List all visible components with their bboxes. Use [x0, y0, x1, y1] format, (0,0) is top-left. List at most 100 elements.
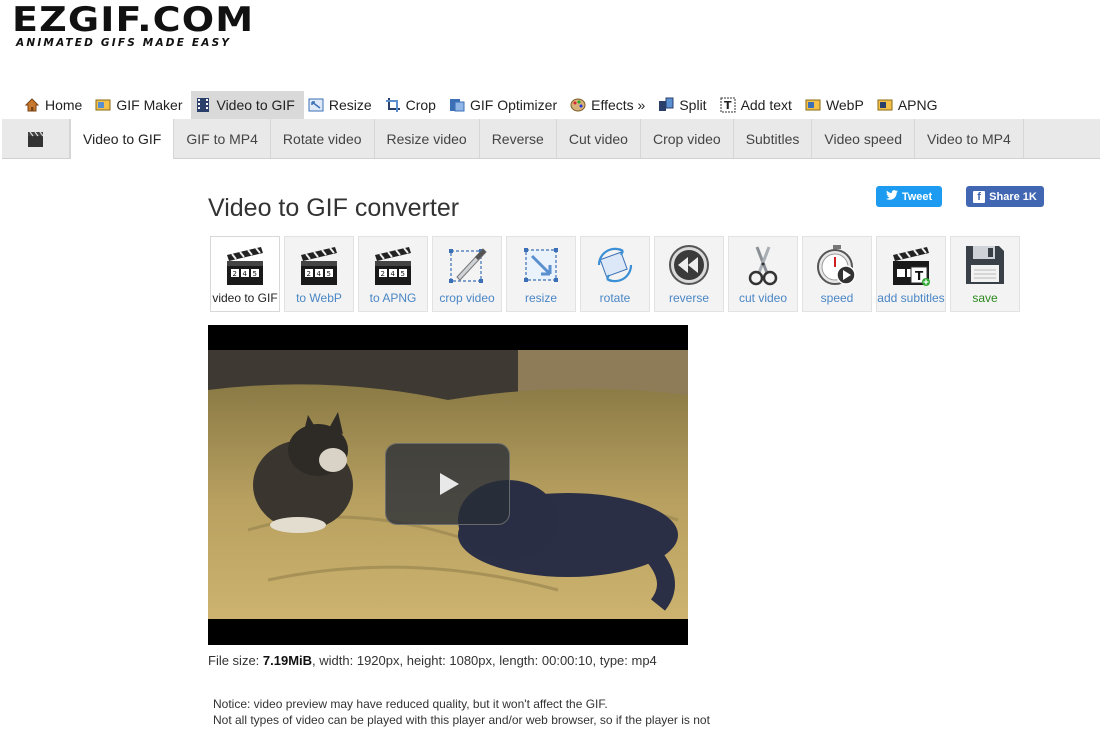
nav-gif-maker[interactable]: GIF Maker — [91, 91, 191, 119]
subtab-rotate-video[interactable]: Rotate video — [271, 119, 375, 158]
logo-text: EZGIF.COM — [12, 0, 255, 40]
subtab-subtitles[interactable]: Subtitles — [734, 119, 813, 158]
tool-add-subtitles[interactable]: T add subtitles — [876, 236, 946, 312]
resize-icon — [308, 97, 324, 113]
subtab-resize-video[interactable]: Resize video — [375, 119, 480, 158]
notice-line-2: Not all types of video can be played wit… — [213, 713, 710, 727]
svg-text:2: 2 — [381, 270, 385, 278]
file-size-value: 7.19MiB — [262, 653, 313, 668]
reverse-icon — [669, 245, 709, 285]
play-icon — [439, 473, 459, 495]
tool-speed-label: speed — [820, 291, 854, 305]
nav-resize[interactable]: Resize — [304, 91, 381, 119]
svg-text:2: 2 — [233, 270, 237, 278]
twitter-bird-icon — [885, 190, 898, 203]
palette-icon — [570, 97, 586, 113]
tool-bar: 245 video to GIF 245 to WebP 245 to APNG… — [210, 236, 1020, 312]
tool-save-label: save — [972, 291, 998, 305]
crop-knife-icon — [449, 248, 487, 283]
nav-gif-optimizer-label: GIF Optimizer — [469, 97, 558, 113]
nav-crop-label: Crop — [405, 97, 436, 113]
tool-speed[interactable]: speed — [802, 236, 872, 312]
subtab-video-to-mp4[interactable]: Video to MP4 — [915, 119, 1024, 158]
text-icon: T — [720, 97, 736, 113]
tool-crop-video-label: crop video — [439, 291, 495, 305]
tool-video-to-gif[interactable]: 245 video to GIF — [210, 236, 280, 312]
tool-add-subtitles-label: add subtitles — [877, 291, 945, 305]
facebook-icon: f — [973, 190, 986, 203]
nav-add-text-label: Add text — [740, 97, 792, 113]
facebook-share-button[interactable]: f Share 1K — [966, 186, 1044, 207]
svg-text:4: 4 — [317, 270, 322, 278]
subtab-reverse[interactable]: Reverse — [480, 119, 557, 158]
clapperboard-icon: 245 — [375, 247, 411, 285]
tweet-label: Tweet — [901, 190, 933, 203]
tool-crop-video[interactable]: crop video — [432, 236, 502, 312]
file-info: File size: 7.19MiB, width: 1920px, heigh… — [208, 653, 657, 668]
play-button[interactable] — [385, 443, 510, 525]
tool-to-webp-label: to WebP — [296, 291, 342, 305]
video-player[interactable] — [208, 325, 688, 645]
gif-maker-icon — [95, 97, 111, 113]
nav-gif-optimizer[interactable]: GIF Optimizer — [445, 91, 566, 119]
subtab-video-speed[interactable]: Video speed — [812, 119, 915, 158]
film-icon — [195, 97, 211, 113]
crop-icon — [385, 97, 401, 113]
nav-crop[interactable]: Crop — [381, 91, 445, 119]
nav-split-label: Split — [679, 97, 707, 113]
webp-icon — [805, 97, 821, 113]
notice-line-1: Notice: video preview may have reduced q… — [213, 697, 608, 711]
file-details: , width: 1920px, height: 1080px, length:… — [312, 653, 657, 668]
nav-add-text[interactable]: T Add text — [716, 91, 801, 119]
home-icon — [24, 97, 40, 113]
tool-to-webp[interactable]: 245 to WebP — [284, 236, 354, 312]
tool-rotate[interactable]: rotate — [580, 236, 650, 312]
svg-text:T: T — [724, 99, 732, 112]
nav-gif-maker-label: GIF Maker — [116, 97, 183, 113]
stopwatch-icon — [817, 245, 856, 285]
svg-text:5: 5 — [401, 270, 405, 278]
tool-cut-video[interactable]: cut video — [728, 236, 798, 312]
tool-resize[interactable]: resize — [506, 236, 576, 312]
nav-effects[interactable]: Effects » — [566, 91, 654, 119]
tweet-button[interactable]: Tweet — [876, 186, 942, 207]
nav-video-to-gif[interactable]: Video to GIF — [191, 91, 304, 119]
split-icon — [658, 97, 674, 113]
site-logo[interactable]: EZGIF.COM ANIMATED GIFS MADE EASY — [12, 3, 253, 49]
nav-apng-label: APNG — [897, 97, 938, 113]
svg-text:5: 5 — [327, 270, 331, 278]
subtab-crop-video[interactable]: Crop video — [641, 119, 734, 158]
tool-resize-label: resize — [524, 291, 557, 305]
subtab-cut-video[interactable]: Cut video — [557, 119, 641, 158]
nav-webp[interactable]: WebP — [801, 91, 873, 119]
optimizer-icon — [449, 97, 465, 113]
nav-apng[interactable]: APNG — [873, 91, 947, 119]
rotate-icon — [597, 247, 633, 283]
svg-text:2: 2 — [307, 270, 311, 278]
video-camera-icon — [2, 119, 70, 158]
tool-to-apng-label: to APNG — [369, 291, 417, 305]
svg-text:4: 4 — [391, 270, 396, 278]
page-title: Video to GIF converter — [208, 194, 460, 222]
subtab-video-to-gif[interactable]: Video to GIF — [70, 119, 175, 159]
subtitles-icon: T — [893, 247, 930, 286]
nav-home-label: Home — [45, 97, 83, 113]
sub-nav: Video to GIF GIF to MP4 Rotate video Res… — [2, 119, 1100, 159]
tool-cut-video-label: cut video — [738, 291, 788, 305]
floppy-icon — [966, 246, 1004, 284]
tool-save[interactable]: save — [950, 236, 1020, 312]
tool-reverse[interactable]: reverse — [654, 236, 724, 312]
nav-split[interactable]: Split — [654, 91, 715, 119]
notice: Notice: video preview may have reduced q… — [213, 696, 710, 728]
nav-effects-label: Effects » — [591, 97, 646, 113]
tool-to-apng[interactable]: 245 to APNG — [358, 236, 428, 312]
svg-text:5: 5 — [253, 270, 257, 278]
clapperboard-icon: 245 — [227, 247, 263, 285]
scissors-icon — [748, 246, 778, 286]
resize-arrow-icon — [524, 248, 558, 282]
nav-video-to-gif-label: Video to GIF — [216, 97, 295, 113]
nav-resize-label: Resize — [328, 97, 372, 113]
subtab-gif-to-mp4[interactable]: GIF to MP4 — [174, 119, 271, 158]
tool-video-to-gif-label: video to GIF — [212, 291, 278, 305]
nav-home[interactable]: Home — [20, 91, 91, 119]
